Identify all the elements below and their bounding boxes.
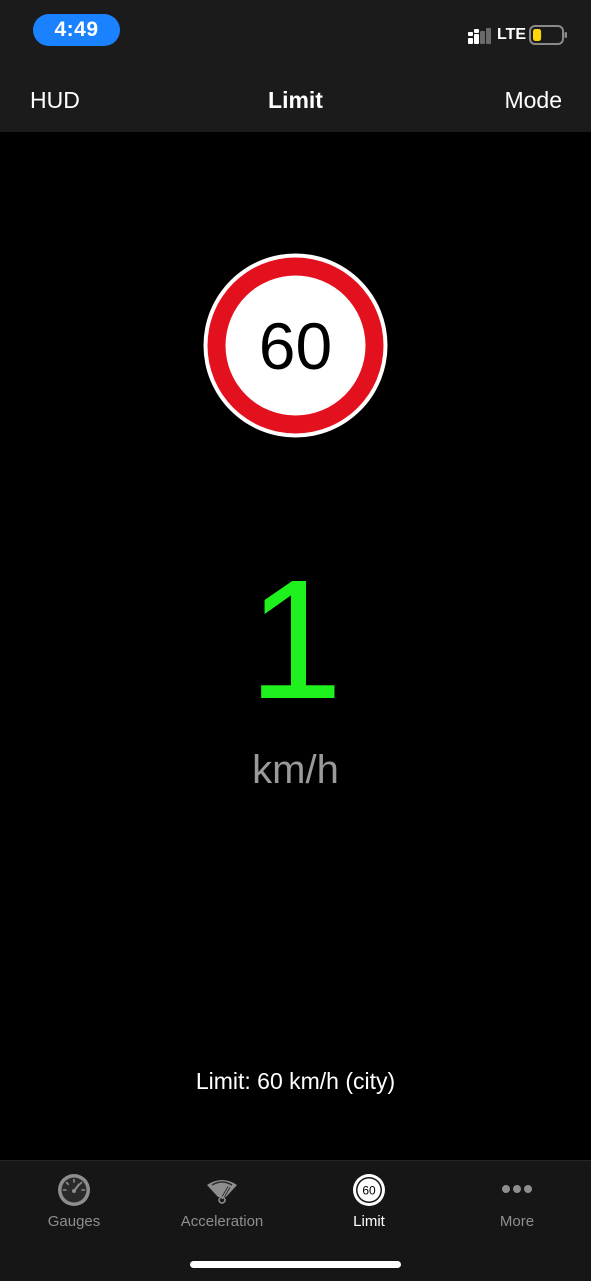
speed-limit-sign[interactable]: 60 [202,252,389,439]
tab-acceleration[interactable]: Acceleration [148,1161,296,1241]
speed-limit-sign-value: 60 [258,308,333,383]
status-time[interactable]: 4:49 [33,14,120,46]
battery-icon [529,25,569,45]
speed-limit-icon: 60 [352,1173,386,1207]
speed-limit-icon-text: 60 [362,1184,376,1198]
cellular-signal-icon [467,28,491,46]
navigation-bar: HUD Limit Mode [0,62,591,132]
network-type-label: LTE [497,26,527,43]
top-area: 4:49 LTE HUD Limit Mode [0,0,591,132]
tab-label-gauges: Gauges [47,1213,101,1230]
more-icon [500,1173,534,1207]
current-speed-value: 1 [248,545,343,735]
speed-unit-label: km/h [252,748,339,792]
gauge-icon [57,1173,91,1207]
speed-limit-info: Limit: 60 km/h (city) [195,1068,396,1094]
tab-label-acceleration: Acceleration [180,1213,264,1230]
tab-more[interactable]: More [443,1161,591,1241]
tab-limit[interactable]: 60 Limit [295,1161,443,1241]
status-bar: 4:49 LTE [0,0,591,62]
hud-button[interactable]: HUD [30,87,80,114]
acceleration-icon [205,1173,239,1207]
tab-label-more: More [499,1213,535,1230]
tab-gauges[interactable]: Gauges [0,1161,148,1241]
tab-label-limit: Limit [353,1213,385,1230]
mode-button[interactable]: Mode [504,87,562,114]
page-title: Limit [268,87,323,113]
home-indicator[interactable] [190,1261,401,1268]
